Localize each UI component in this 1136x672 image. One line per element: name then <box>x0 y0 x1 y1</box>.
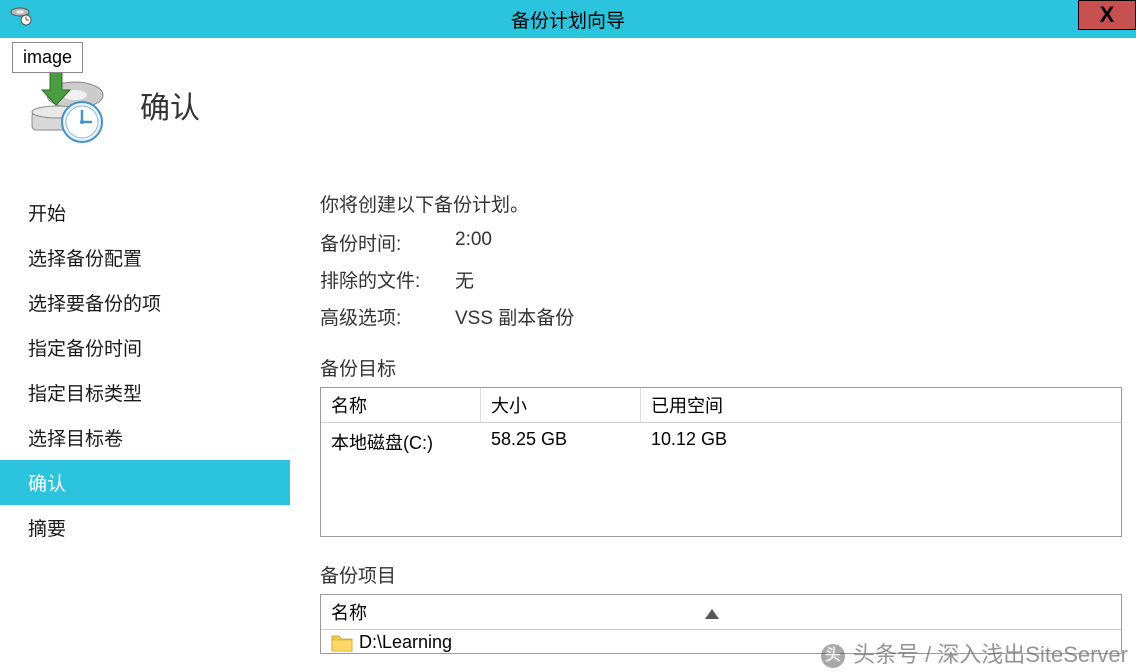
kv-label: 备份时间: <box>320 229 455 256</box>
td-used: 10.12 GB <box>641 427 1121 457</box>
sidebar-item-config[interactable]: 选择备份配置 <box>28 235 290 280</box>
kv-value: 2:00 <box>455 229 492 256</box>
sidebar-item-target-type[interactable]: 指定目标类型 <box>28 370 290 415</box>
watermark: 头 头条号 / 深入浅出SiteServer <box>821 637 1128 669</box>
page-title: 确认 <box>140 83 200 127</box>
kv-label: 排除的文件: <box>320 266 455 293</box>
sidebar-item-summary[interactable]: 摘要 <box>28 505 290 550</box>
td-name: 本地磁盘(C:) <box>321 427 481 457</box>
th-name[interactable]: 名称 <box>321 388 481 422</box>
th-used[interactable]: 已用空间 <box>641 388 1121 422</box>
items-section-label: 备份项目 <box>320 561 1122 588</box>
header-section: 确认 <box>0 38 1136 170</box>
kv-backup-time: 备份时间: 2:00 <box>320 229 1122 256</box>
target-table-header: 名称 大小 已用空间 <box>321 388 1121 423</box>
sidebar-item-target-volume[interactable]: 选择目标卷 <box>28 415 290 460</box>
th-name[interactable]: 名称 <box>321 595 1121 629</box>
sidebar-item-select-items[interactable]: 选择要备份的项 <box>28 280 290 325</box>
app-icon <box>8 4 32 33</box>
folder-icon <box>331 634 353 652</box>
window-title: 备份计划向导 <box>511 6 625 33</box>
target-section-label: 备份目标 <box>320 354 1122 381</box>
items-table-header: 名称 <box>321 595 1121 630</box>
main-content: 你将创建以下备份计划。 备份时间: 2:00 排除的文件: 无 高级选项: VS… <box>290 170 1136 654</box>
target-table: 名称 大小 已用空间 本地磁盘(C:) 58.25 GB 10.12 GB <box>320 387 1122 537</box>
titlebar: 备份计划向导 X <box>0 0 1136 38</box>
sidebar-item-confirm[interactable]: 确认 <box>0 460 290 505</box>
wizard-icon <box>20 60 110 150</box>
close-button[interactable]: X <box>1078 0 1136 30</box>
kv-label: 高级选项: <box>320 303 455 330</box>
th-size[interactable]: 大小 <box>481 388 641 422</box>
kv-value: VSS 副本备份 <box>455 303 574 330</box>
tooltip-label: image <box>12 42 83 73</box>
wizard-sidebar: 开始 选择备份配置 选择要备份的项 指定备份时间 指定目标类型 选择目标卷 确认… <box>0 170 290 654</box>
sidebar-item-start[interactable]: 开始 <box>28 190 290 235</box>
sidebar-item-schedule[interactable]: 指定备份时间 <box>28 325 290 370</box>
td-size: 58.25 GB <box>481 427 641 457</box>
kv-value: 无 <box>455 266 474 293</box>
item-path: D:\Learning <box>359 632 452 653</box>
kv-excluded-files: 排除的文件: 无 <box>320 266 1122 293</box>
kv-advanced-options: 高级选项: VSS 副本备份 <box>320 303 1122 330</box>
table-row[interactable]: 本地磁盘(C:) 58.25 GB 10.12 GB <box>321 423 1121 461</box>
sort-asc-icon <box>705 603 719 624</box>
intro-text: 你将创建以下备份计划。 <box>320 190 1122 217</box>
close-icon: X <box>1100 2 1115 28</box>
watermark-icon: 头 <box>821 644 845 668</box>
